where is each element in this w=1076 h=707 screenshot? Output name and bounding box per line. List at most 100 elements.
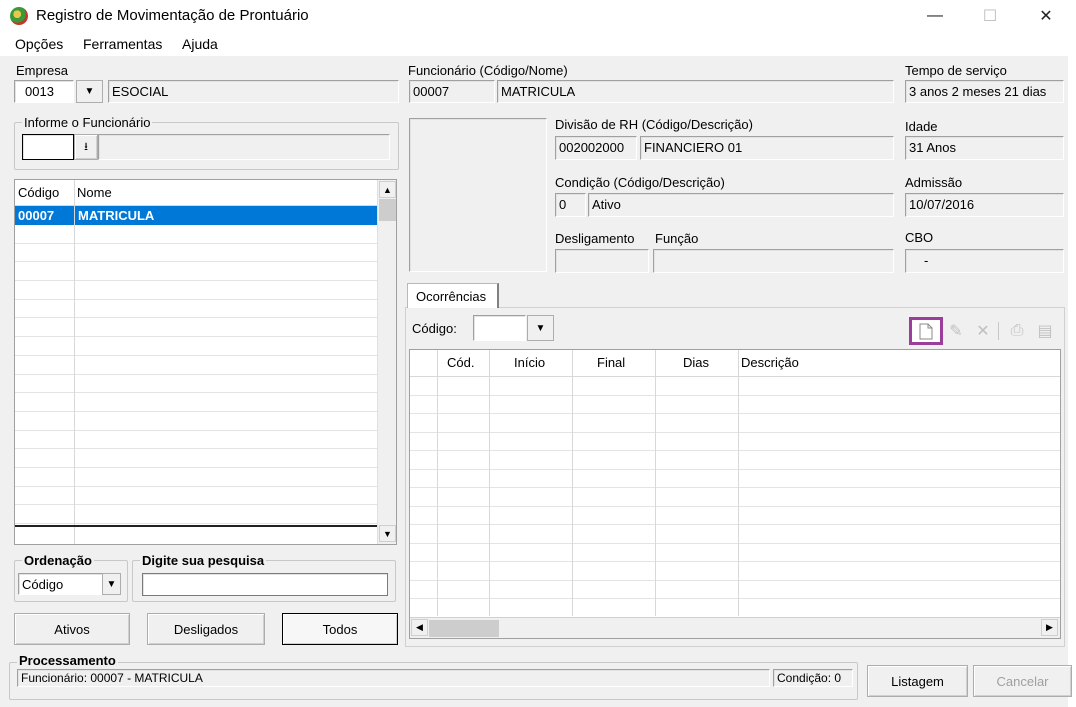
- ordenacao-label: Ordenação: [22, 553, 94, 568]
- processamento-condicao: Condição: 0: [773, 669, 853, 687]
- col-cod-header[interactable]: Cód.: [447, 350, 474, 376]
- export-icon[interactable]: ▤: [1034, 320, 1056, 342]
- close-button[interactable]: ✕: [1023, 0, 1069, 32]
- menu-ajuda[interactable]: Ajuda: [182, 36, 218, 52]
- informe-label: Informe o Funcionário: [22, 115, 153, 130]
- cbo-label: CBO: [905, 230, 934, 245]
- window-edge: [1068, 56, 1076, 707]
- desligados-button[interactable]: Desligados: [147, 613, 265, 645]
- empty-row: [410, 377, 1060, 396]
- empty-row: [410, 396, 1060, 414]
- scroll-down-icon[interactable]: ▼: [379, 525, 396, 542]
- col-codigo-header[interactable]: Código: [18, 180, 59, 206]
- divisao-code-field: 002002000: [555, 136, 637, 160]
- empty-row: [15, 225, 377, 244]
- chevron-down-icon: ▼: [84, 86, 95, 97]
- scroll-up-icon[interactable]: ▲: [379, 181, 396, 198]
- col-indicator-header: [410, 350, 437, 376]
- admissao-field: 10/07/2016: [905, 193, 1064, 217]
- col-inicio-header[interactable]: Início: [514, 350, 545, 376]
- ocorrencias-codigo-select[interactable]: [473, 315, 526, 341]
- empty-row: [410, 507, 1060, 525]
- pesquisa-input[interactable]: [142, 573, 388, 596]
- empty-row: [410, 562, 1060, 581]
- empresa-code-field[interactable]: 0013: [14, 80, 74, 103]
- empty-row: [410, 525, 1060, 544]
- empty-row: [15, 449, 377, 469]
- empty-row: [15, 431, 377, 450]
- empty-row: [410, 488, 1060, 507]
- empresa-dropdown-button[interactable]: ▼: [76, 80, 103, 103]
- col-descricao-header[interactable]: Descrição: [741, 350, 799, 376]
- funcionario-name-field: MATRICULA: [497, 80, 894, 103]
- scroll-thumb[interactable]: [379, 199, 396, 221]
- window-title: Registro de Movimentação de Prontuário: [36, 7, 309, 24]
- ordenacao-select[interactable]: Código: [18, 573, 103, 595]
- edit-pencil-icon[interactable]: ✎: [945, 320, 967, 342]
- cbo-field: -: [905, 249, 1064, 273]
- employee-rows-empty: [15, 225, 377, 525]
- maximize-button[interactable]: ☐: [967, 0, 1013, 32]
- ocorrencias-hscrollbar[interactable]: ◀ ▶: [410, 617, 1060, 638]
- tempo-servico-field: 3 anos 2 meses 21 dias: [905, 80, 1064, 103]
- new-document-button[interactable]: [909, 317, 943, 345]
- chevron-down-icon: ▼: [535, 322, 546, 334]
- empty-row: [410, 581, 1060, 599]
- ordenacao-dropdown-button[interactable]: ▼: [102, 573, 121, 595]
- col-final-header[interactable]: Final: [597, 350, 625, 376]
- desligamento-field: [555, 249, 649, 273]
- employee-row-selected[interactable]: 00007 MATRICULA: [15, 206, 377, 225]
- tab-ocorrencias[interactable]: Ocorrências: [407, 283, 499, 308]
- empty-row: [410, 544, 1060, 562]
- empty-row: [15, 244, 377, 263]
- cancelar-button[interactable]: Cancelar: [973, 665, 1072, 697]
- ocorrencias-rows-empty: [410, 377, 1060, 618]
- print-icon[interactable]: ⎙: [1006, 320, 1028, 342]
- column-divider: [74, 180, 75, 544]
- idade-field: 31 Anos: [905, 136, 1064, 160]
- ocorrencias-grid: Cód. Início Final Dias Descrição ◀ ▶: [409, 349, 1061, 639]
- scroll-left-icon[interactable]: ◀: [411, 619, 428, 636]
- funcao-label: Função: [655, 231, 699, 246]
- minimize-button[interactable]: —: [912, 0, 958, 32]
- tempo-servico-label: Tempo de serviço: [905, 63, 1007, 78]
- informe-input[interactable]: [22, 134, 74, 160]
- menu-ferramentas[interactable]: Ferramentas: [83, 36, 162, 52]
- empty-row: [410, 470, 1060, 488]
- processamento-label: Processamento: [17, 653, 118, 668]
- list-bottom-border: [15, 525, 377, 527]
- empty-row: [15, 393, 377, 412]
- empresa-label: Empresa: [16, 63, 69, 78]
- funcao-field: [653, 249, 894, 273]
- divisao-desc-field: FINANCIERO 01: [640, 136, 894, 160]
- ocorrencias-codigo-label: Código:: [412, 321, 457, 336]
- menu-opcoes[interactable]: Opções: [15, 36, 63, 52]
- empty-row: [410, 433, 1060, 451]
- listagem-button[interactable]: Listagem: [867, 665, 968, 697]
- title-bar: Registro de Movimentação de Prontuário —…: [0, 0, 1076, 32]
- funcionario-code-field: 00007: [409, 80, 495, 103]
- desligamento-label: Desligamento: [555, 231, 635, 246]
- empty-row: [15, 487, 377, 506]
- empty-row: [410, 451, 1060, 470]
- empty-row: [15, 506, 377, 525]
- ocorrencias-codigo-dropdown[interactable]: ▼: [527, 315, 554, 341]
- scroll-right-icon[interactable]: ▶: [1041, 619, 1058, 636]
- empty-row: [15, 412, 377, 431]
- empty-row: [410, 414, 1060, 433]
- column-divider: [738, 350, 739, 616]
- condicao-code-field: 0: [555, 193, 586, 217]
- column-divider: [437, 350, 438, 616]
- ativos-button[interactable]: Ativos: [14, 613, 130, 645]
- employee-nome: MATRICULA: [78, 208, 155, 223]
- hscroll-thumb[interactable]: [429, 620, 499, 637]
- employee-photo: [409, 118, 547, 272]
- col-nome-header[interactable]: Nome: [77, 180, 112, 206]
- col-dias-header[interactable]: Dias: [683, 350, 709, 376]
- informe-search-button[interactable]: ⭳: [74, 134, 98, 160]
- funcionario-label: Funcionário (Código/Nome): [408, 63, 568, 78]
- empty-row: [15, 300, 377, 319]
- delete-x-icon[interactable]: ✕: [972, 320, 994, 342]
- employee-list-scrollbar[interactable]: ▲ ▼: [377, 180, 396, 544]
- todos-button[interactable]: Todos: [282, 613, 398, 645]
